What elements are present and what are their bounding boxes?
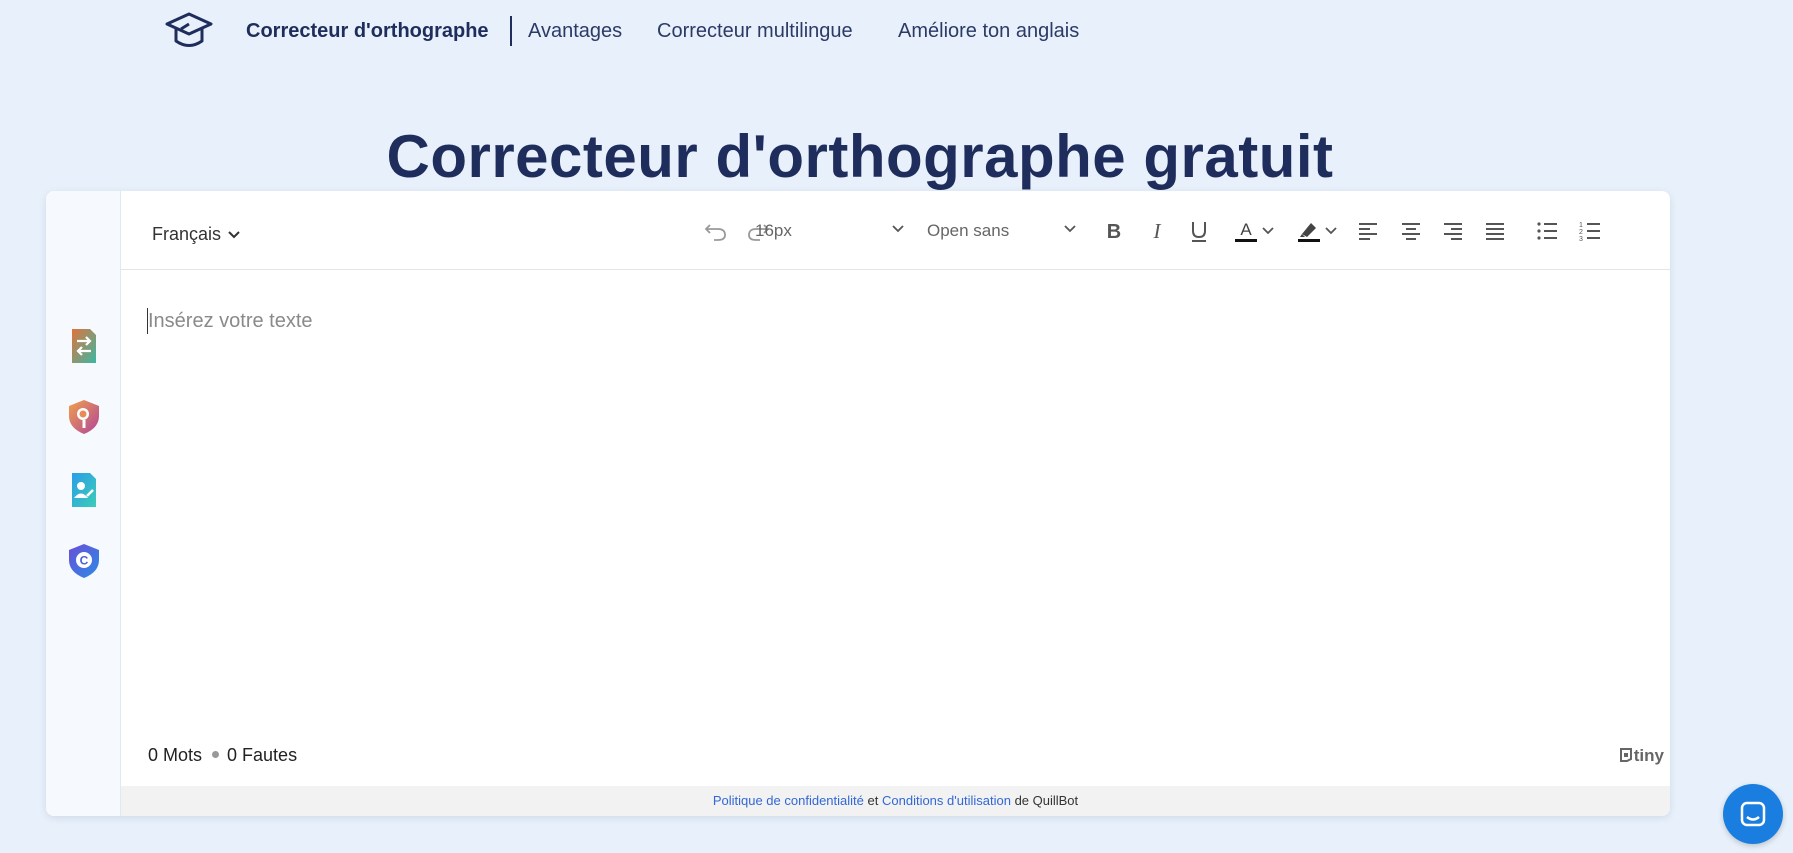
font-family-value: Open sans [927, 221, 1010, 240]
italic-button[interactable]: I [1146, 218, 1168, 244]
align-center-button[interactable] [1400, 218, 1422, 244]
chat-icon [1740, 801, 1766, 827]
bold-button[interactable]: B [1103, 218, 1125, 244]
top-nav: Correcteur d'orthographe Avantages Corre… [0, 0, 1793, 64]
citation-generator-icon[interactable]: C [66, 542, 102, 580]
chevron-down-icon [228, 231, 240, 239]
language-select[interactable]: Français [152, 224, 241, 245]
svg-text:B: B [1107, 221, 1121, 243]
tool-sidebar: C [46, 191, 121, 816]
plagiarism-checker-icon[interactable] [66, 398, 102, 436]
svg-text:1: 1 [1579, 222, 1583, 229]
tiny-label: tiny [1633, 746, 1664, 765]
tiny-branding[interactable]: tiny [1618, 746, 1664, 766]
graduation-cap-logo-icon[interactable] [163, 10, 215, 52]
font-size-value: 16px [755, 221, 792, 240]
nav-link-avantages[interactable]: Avantages [528, 20, 622, 43]
chat-support-button[interactable] [1723, 784, 1783, 844]
privacy-policy-link[interactable]: Politique de confidentialité [713, 793, 864, 808]
ai-detector-icon[interactable] [66, 471, 102, 509]
align-justify-icon [1486, 223, 1504, 240]
text-color-dropdown[interactable] [1261, 218, 1275, 244]
align-left-button[interactable] [1357, 218, 1379, 244]
chevron-down-icon [892, 225, 904, 233]
svg-text:A: A [1240, 220, 1252, 239]
nav-link-correcteur-multilingue[interactable]: Correcteur multilingue [657, 20, 853, 43]
underline-button[interactable] [1188, 218, 1210, 244]
align-center-icon [1402, 223, 1420, 240]
numbered-list-icon: 123 [1579, 222, 1600, 242]
stats-bar: 0 Mots 0 Fautes [148, 745, 297, 766]
font-size-select[interactable]: 16px [755, 221, 905, 241]
nav-brand[interactable]: Correcteur d'orthographe [246, 20, 489, 43]
chevron-down-icon [1262, 227, 1274, 235]
highlighter-icon [1298, 223, 1320, 242]
align-left-icon [1359, 223, 1377, 240]
chevron-down-icon [1325, 227, 1337, 235]
svg-text:3: 3 [1579, 236, 1583, 242]
nav-divider [510, 16, 512, 46]
bullet-list-button[interactable] [1536, 218, 1558, 244]
align-right-button[interactable] [1442, 218, 1464, 244]
terms-of-use-link[interactable]: Conditions d'utilisation [882, 793, 1011, 808]
text-color-icon: A [1235, 220, 1257, 242]
bold-icon: B [1107, 221, 1121, 243]
language-select-label: Français [152, 224, 222, 244]
align-right-icon [1444, 223, 1462, 240]
paraphraser-icon[interactable] [66, 327, 102, 365]
editor-placeholder: Insérez votre texte [148, 310, 313, 332]
bullet-list-icon [1537, 222, 1557, 240]
svg-text:C: C [80, 554, 89, 568]
text-color-button[interactable]: A [1233, 218, 1259, 244]
separator-dot [212, 751, 220, 759]
word-count: 0 Mots [148, 745, 203, 765]
error-count: 0 Fautes [227, 745, 298, 765]
highlight-color-dropdown[interactable] [1324, 218, 1338, 244]
editor-toolbar: Français 16px Open sans B I A 1 2 3 [121, 191, 1670, 270]
undo-icon [704, 224, 726, 241]
svg-text:I: I [1153, 219, 1162, 243]
footer-suffix: de QuillBot [1014, 793, 1079, 808]
svg-text:2: 2 [1579, 229, 1583, 236]
chevron-down-icon [1064, 225, 1076, 233]
numbered-list-button[interactable]: 123 [1579, 218, 1601, 244]
nav-link-ameliore-anglais[interactable]: Améliore ton anglais [898, 20, 1079, 43]
underline-icon [1192, 222, 1206, 242]
font-family-select[interactable]: Open sans [927, 221, 1077, 241]
italic-icon: I [1153, 219, 1162, 243]
footer-and: et [867, 793, 879, 808]
highlight-color-button[interactable] [1296, 218, 1322, 244]
undo-button[interactable] [704, 218, 728, 244]
editor-footer: Politique de confidentialité et Conditio… [121, 786, 1670, 816]
editor-card: C Français 16px Open sans B I A 1 2 3 In… [46, 191, 1670, 816]
page-title: Correcteur d'orthographe gratuit [386, 123, 1334, 191]
tiny-logo-icon [1619, 748, 1632, 762]
align-justify-button[interactable] [1484, 218, 1506, 244]
text-editor[interactable]: Insérez votre texte [121, 270, 1670, 700]
